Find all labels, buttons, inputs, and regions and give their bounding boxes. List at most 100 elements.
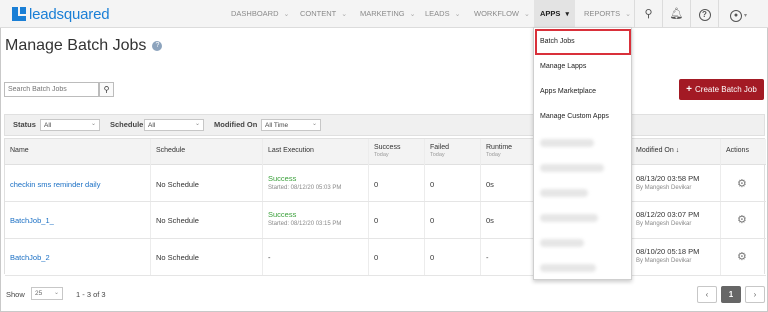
success-count: 0 xyxy=(374,180,379,189)
gear-icon[interactable]: ⚙ xyxy=(737,250,747,263)
caret-down-icon: ▾ xyxy=(565,11,569,18)
plus-icon: + xyxy=(686,84,693,95)
job-name-link[interactable]: BatchJob_2 xyxy=(10,253,50,262)
modified-by: By Mangesh Devikar xyxy=(636,258,692,264)
table-header: Name Schedule Last Execution Success Toda… xyxy=(5,139,766,165)
show-label: Show xyxy=(6,290,25,299)
user-icon[interactable]: ● ▾ xyxy=(718,0,758,28)
success-count: 0 xyxy=(374,253,379,262)
menu-item-apps-marketplace[interactable]: Apps Marketplace xyxy=(540,88,596,95)
next-page-button[interactable]: › xyxy=(745,286,765,303)
chevron-down-icon: ⌄ xyxy=(625,11,631,18)
schedule-filter-label: Schedule xyxy=(110,120,144,129)
blurred-menu-item[interactable] xyxy=(540,239,584,247)
chevron-down-icon: ⌄ xyxy=(90,121,96,127)
header-modified-on[interactable]: Modified On ↓ xyxy=(636,147,679,154)
blurred-menu-item[interactable] xyxy=(540,214,598,222)
chevron-right-icon: › xyxy=(753,290,757,299)
blurred-menu-item[interactable] xyxy=(540,189,588,197)
runtime-cell: 0s xyxy=(486,180,494,189)
modified-by: By Mangesh Devikar xyxy=(636,185,692,191)
create-batch-job-button[interactable]: + Create Batch Job xyxy=(679,79,764,100)
schedule-cell: No Schedule xyxy=(156,180,199,189)
header-failed-sub: Today xyxy=(430,152,445,158)
prev-page-button[interactable]: ‹ xyxy=(697,286,717,303)
header-name[interactable]: Name xyxy=(10,147,29,154)
last-execution-cell: - xyxy=(268,253,271,262)
search-icon: ⚲ xyxy=(103,85,110,94)
job-name-link[interactable]: checkin sms reminder daily xyxy=(10,180,100,189)
search-button[interactable]: ⚲ xyxy=(99,82,114,97)
header-success[interactable]: Success Today xyxy=(374,144,400,158)
schedule-cell: No Schedule xyxy=(156,253,199,262)
nav-leads[interactable]: LEADS ⌄ xyxy=(425,0,460,28)
chevron-down-icon: ⌄ xyxy=(454,11,461,18)
nav-workflow[interactable]: WORKFLOW ⌄ xyxy=(474,0,530,28)
nav-content-label: CONTENT xyxy=(300,9,337,18)
table-row: BatchJob_1_ No Schedule Success Started: … xyxy=(5,202,766,239)
gear-icon[interactable]: ⚙ xyxy=(737,177,747,190)
chevron-down-icon: ⌄ xyxy=(194,121,200,127)
modified-filter-select[interactable]: All Time ⌄ xyxy=(261,119,321,131)
filter-bar: Status All ⌄ Schedule All ⌄ Modified On Al… xyxy=(4,114,765,136)
header-runtime-label: Runtime xyxy=(486,144,513,151)
failed-count: 0 xyxy=(430,253,435,262)
page-size-select[interactable]: 25 ⌄ xyxy=(31,287,63,300)
modified-by: By Mangesh Devikar xyxy=(636,221,692,227)
gear-icon[interactable]: ⚙ xyxy=(737,213,747,226)
header-failed[interactable]: Failed Today xyxy=(430,144,449,158)
chevron-down-icon: ⌄ xyxy=(409,11,416,18)
nav-reports[interactable]: REPORTS ⌄ xyxy=(584,0,631,28)
header-modified-label: Modified On xyxy=(636,147,674,154)
chevron-left-icon: ‹ xyxy=(705,290,709,299)
status-filter-select[interactable]: All ⌄ xyxy=(40,119,100,131)
schedule-filter-select[interactable]: All ⌄ xyxy=(144,119,204,131)
pagination-range: 1 - 3 of 3 xyxy=(76,290,106,299)
blurred-menu-item[interactable] xyxy=(540,264,596,272)
modified-filter-label: Modified On xyxy=(214,120,258,129)
blurred-menu-item[interactable] xyxy=(540,139,594,147)
nav-workflow-label: WORKFLOW xyxy=(474,9,519,18)
nav-apps[interactable]: APPS ▾ xyxy=(534,0,575,28)
header-runtime-sub: Today xyxy=(486,152,501,158)
search-icon[interactable]: ⚲ xyxy=(634,0,662,28)
modified-date: 08/10/20 05:18 PM xyxy=(636,247,700,256)
nav-marketing[interactable]: MARKETING ⌄ xyxy=(360,0,415,28)
table-row: checkin sms reminder daily No Schedule S… xyxy=(5,165,766,202)
logo[interactable]: leadsquared xyxy=(12,5,110,23)
chevron-down-icon: ⌄ xyxy=(53,290,59,296)
runtime-cell: 0s xyxy=(486,216,494,225)
menu-item-manage-custom-apps[interactable]: Manage Custom Apps xyxy=(540,113,609,120)
blurred-menu-item[interactable] xyxy=(540,164,604,172)
help-icon[interactable]: ? xyxy=(690,0,718,28)
header-actions: Actions xyxy=(726,147,749,154)
header-runtime[interactable]: Runtime Today xyxy=(486,144,512,158)
page-title-text: Manage Batch Jobs xyxy=(5,37,147,54)
help-icon[interactable]: ? xyxy=(152,40,163,51)
failed-count: 0 xyxy=(430,216,435,225)
modified-date: 08/12/20 03:07 PM xyxy=(636,210,700,219)
job-name-link[interactable]: BatchJob_1_ xyxy=(10,216,54,225)
execution-status: Success xyxy=(268,174,297,183)
page-size-value: 25 xyxy=(35,290,43,297)
failed-count: 0 xyxy=(430,180,435,189)
last-execution-cell: Success Started: 08/12/20 03:15 PM xyxy=(268,210,341,227)
nav-dashboard[interactable]: DASHBOARD ⌄ xyxy=(231,0,289,28)
top-nav: leadsquared DASHBOARD ⌄ CONTENT ⌄ MARKETIN… xyxy=(0,0,768,28)
chevron-down-icon: ⌄ xyxy=(524,11,530,18)
runtime-cell: - xyxy=(486,253,489,262)
header-last-execution[interactable]: Last Execution xyxy=(268,147,314,154)
schedule-cell: No Schedule xyxy=(156,216,199,225)
menu-item-manage-lapps[interactable]: Manage Lapps xyxy=(540,63,586,70)
page-1-button[interactable]: 1 xyxy=(721,286,741,303)
header-schedule[interactable]: Schedule xyxy=(156,147,185,154)
nav-content[interactable]: CONTENT ⌄ xyxy=(300,0,347,28)
bell-icon[interactable]: 🔔︎ xyxy=(662,0,690,28)
header-failed-label: Failed xyxy=(430,144,450,151)
menu-item-batch-jobs[interactable]: Batch Jobs xyxy=(540,38,575,45)
last-execution-cell: Success Started: 08/12/20 05:03 PM xyxy=(268,174,341,191)
current-page-number: 1 xyxy=(728,290,734,299)
search-input[interactable] xyxy=(4,82,99,97)
logo-text: leadsquared xyxy=(29,5,110,23)
modified-filter-value: All Time xyxy=(265,122,289,129)
